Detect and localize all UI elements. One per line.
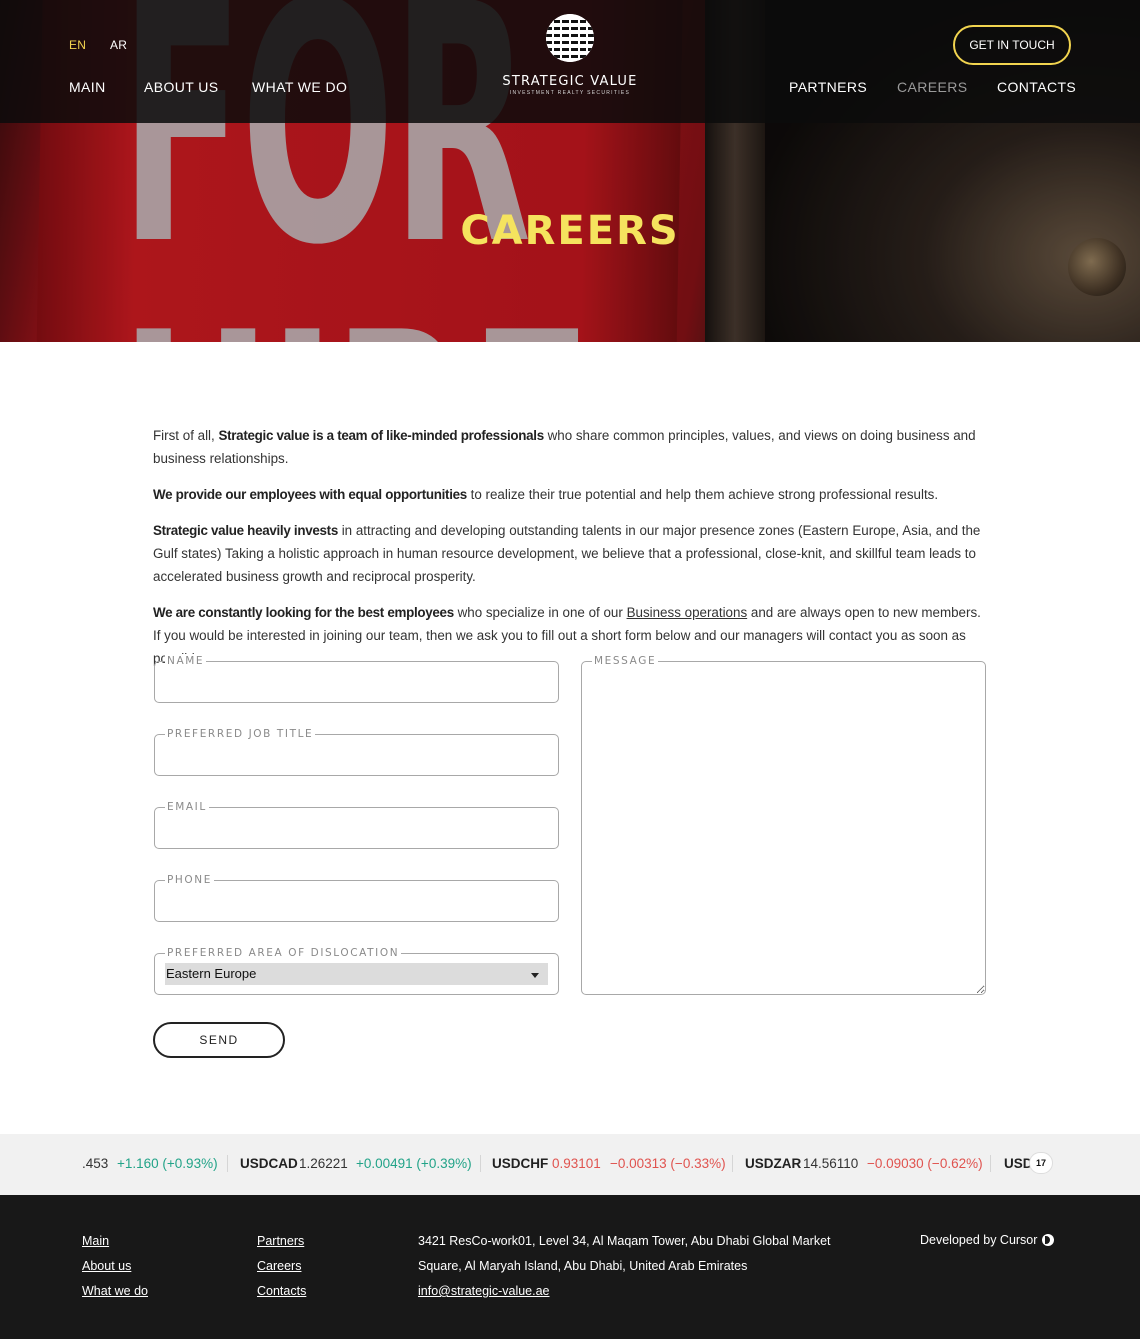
email-input[interactable] — [155, 808, 558, 848]
page-title: CAREERS — [460, 208, 680, 254]
intro-bold: Strategic value heavily invests — [153, 523, 338, 538]
lang-en-link[interactable]: EN — [69, 38, 86, 52]
intro-paragraph: First of all, Strategic value is a team … — [153, 424, 988, 470]
ticker-change: −0.09030 (−0.62%) — [867, 1156, 983, 1171]
ticker-separator — [990, 1155, 991, 1172]
name-label: NAME — [165, 654, 207, 668]
site-logo[interactable]: STRATEGIC VALUE INVESTMENT REALTY SECURI… — [500, 14, 640, 104]
nav-partners[interactable]: PARTNERS — [789, 79, 867, 95]
ticker-symbol: USDCHF — [492, 1156, 549, 1171]
nav-main[interactable]: MAIN — [69, 79, 106, 95]
ticker-change: +0.00491 (+0.39%) — [356, 1156, 472, 1171]
footer-address-line2: Square, Al Maryah Island, Abu Dhabi, Uni… — [418, 1259, 748, 1273]
ticker-price: 1.26221 — [299, 1156, 348, 1171]
intro-paragraph: We are constantly looking for the best e… — [153, 601, 988, 670]
tradingview-logo-icon[interactable]: 17 — [1029, 1152, 1053, 1174]
nav-careers[interactable]: CAREERS — [897, 79, 967, 95]
nav-what-we-do[interactable]: WHAT WE DO — [252, 79, 347, 95]
intro-text: First of all, — [153, 428, 219, 443]
footer-link-main[interactable]: Main — [82, 1234, 109, 1248]
business-operations-link[interactable]: Business operations — [627, 605, 748, 620]
area-selected-value: Eastern Europe — [166, 966, 257, 981]
ticker-track[interactable]: .453 +1.160 (+0.93%) USDCAD 1.26221 +0.0… — [82, 1134, 1055, 1195]
developed-by-text: Developed by Cursor — [920, 1233, 1038, 1247]
ticker-price: 14.56110 — [803, 1156, 859, 1171]
footer-email-link[interactable]: info@strategic-value.ae — [418, 1284, 550, 1298]
intro-text: to realize their true potential and help… — [466, 487, 939, 502]
email-field[interactable]: EMAIL — [154, 800, 559, 849]
intro-paragraph: We provide our employees with equal oppo… — [153, 483, 988, 506]
footer-address-line1: 3421 ResCo-work01, Level 34, Al Maqam To… — [418, 1234, 831, 1248]
ticker-separator — [732, 1155, 733, 1172]
send-button[interactable]: SEND — [153, 1022, 285, 1058]
logo-tagline: INVESTMENT REALTY SECURITIES — [509, 90, 631, 96]
ticker-symbol: USDZAR — [745, 1156, 802, 1171]
footer-link-what-we-do[interactable]: What we do — [82, 1284, 148, 1298]
lang-ar-link[interactable]: AR — [110, 38, 127, 52]
footer-link-contacts[interactable]: Contacts — [257, 1284, 306, 1298]
nav-contacts[interactable]: CONTACTS — [997, 79, 1076, 95]
ticker-price: 0.93101 — [552, 1156, 601, 1171]
job-title-label: PREFERRED JOB TITLE — [165, 727, 316, 741]
get-in-touch-button[interactable]: GET IN TOUCH — [953, 25, 1071, 65]
currency-ticker: .453 +1.160 (+0.93%) USDCAD 1.26221 +0.0… — [0, 1134, 1140, 1195]
name-field[interactable]: NAME — [154, 654, 559, 703]
area-label: PREFERRED AREA OF DISLOCATION — [165, 946, 402, 960]
ticker-symbol: USDCAD — [240, 1156, 298, 1171]
area-field[interactable]: PREFERRED AREA OF DISLOCATION Eastern Eu… — [154, 946, 559, 995]
dropdown-arrow-icon — [531, 973, 539, 978]
top-navigation: EN AR MAIN ABOUT US WHAT WE DO STRATEGIC… — [0, 0, 1140, 123]
ticker-change: +1.160 (+0.93%) — [117, 1156, 218, 1171]
site-footer: Main About us What we do Partners Career… — [0, 1195, 1140, 1339]
cursor-logo-icon — [1042, 1234, 1055, 1246]
ticker-price: .453 — [82, 1156, 109, 1171]
ticker-separator — [227, 1155, 228, 1172]
intro-bold: Strategic value is a team of like-minded… — [218, 428, 544, 443]
hero-banner: FOR HIRE EN AR MAIN ABOUT US WHAT WE DO — [0, 0, 1140, 342]
intro-bold: We are constantly looking for the best e… — [153, 605, 454, 620]
job-title-field[interactable]: PREFERRED JOB TITLE — [154, 727, 559, 776]
message-field[interactable]: MESSAGE — [581, 654, 986, 995]
logo-name: STRATEGIC VALUE — [502, 74, 638, 89]
phone-input[interactable] — [155, 881, 558, 921]
name-input[interactable] — [155, 662, 558, 702]
nav-about-us[interactable]: ABOUT US — [144, 79, 219, 95]
intro-bold: We provide our employees with equal oppo… — [153, 487, 467, 502]
area-select[interactable]: Eastern Europe — [165, 963, 548, 985]
footer-link-careers[interactable]: Careers — [257, 1259, 301, 1273]
ticker-separator — [480, 1155, 481, 1172]
ticker-change: −0.00313 (−0.33%) — [610, 1156, 726, 1171]
message-label: MESSAGE — [592, 654, 659, 668]
phone-label: PHONE — [165, 873, 214, 887]
message-textarea[interactable] — [582, 662, 985, 994]
developed-by[interactable]: Developed by Cursor — [920, 1233, 1055, 1247]
footer-link-about-us[interactable]: About us — [82, 1259, 131, 1273]
footer-link-partners[interactable]: Partners — [257, 1234, 304, 1248]
email-label: EMAIL — [165, 800, 209, 814]
globe-logo-icon — [546, 14, 594, 62]
intro-paragraph: Strategic value heavily invests in attra… — [153, 519, 988, 588]
phone-field[interactable]: PHONE — [154, 873, 559, 922]
intro-text: who specialize in one of our — [453, 605, 627, 620]
job-title-input[interactable] — [155, 735, 558, 775]
careers-intro: First of all, Strategic value is a team … — [153, 424, 988, 683]
